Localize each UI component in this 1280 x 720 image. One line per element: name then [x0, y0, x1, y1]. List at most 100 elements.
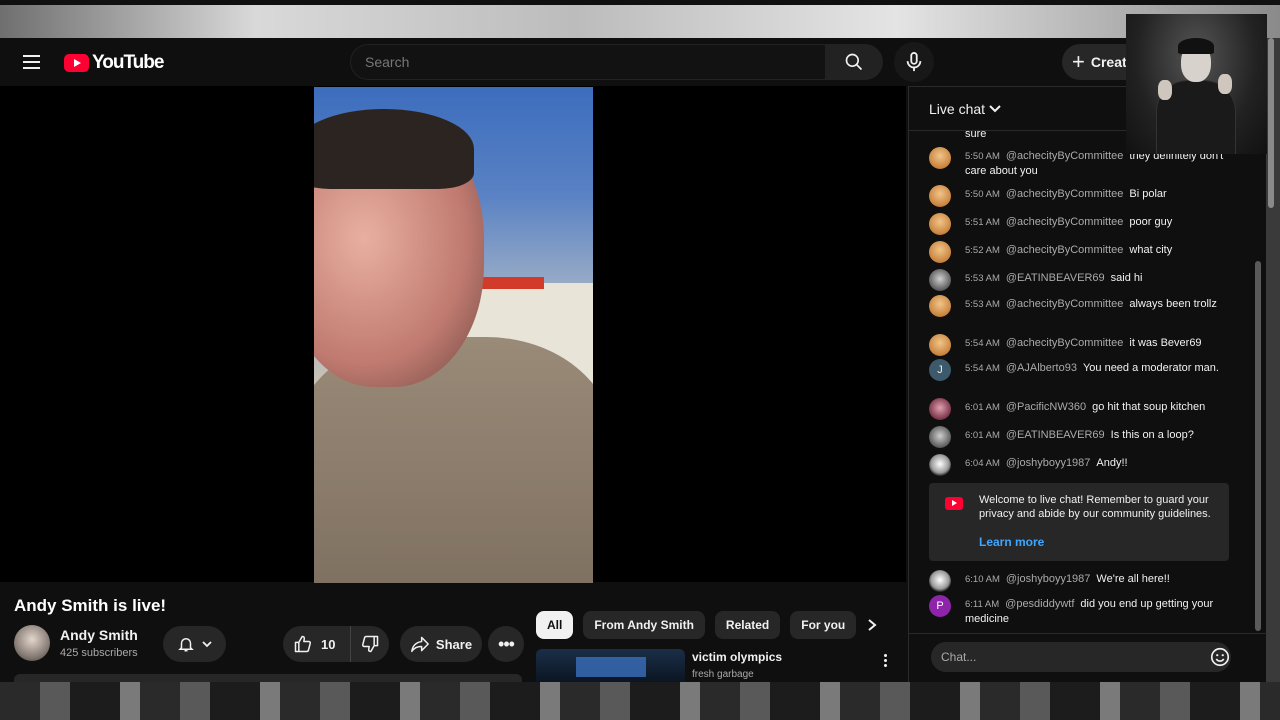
- chip-related[interactable]: Related: [714, 611, 781, 639]
- plus-icon: +: [1072, 49, 1085, 74]
- message-author[interactable]: @joshyboyy1987: [1006, 457, 1091, 469]
- video-player[interactable]: [0, 86, 906, 583]
- message-time: 5:54 AM: [965, 338, 1000, 349]
- youtube-logo[interactable]: YouTube: [64, 52, 164, 74]
- chip-from-channel[interactable]: From Andy Smith: [583, 611, 705, 639]
- like-count: 10: [321, 636, 336, 652]
- recommendation-channel[interactable]: fresh garbage: [692, 669, 754, 680]
- message-author[interactable]: @PacificNW360: [1006, 401, 1086, 413]
- page-scrollbar[interactable]: [1266, 38, 1276, 210]
- chat-scrollbar[interactable]: [1254, 131, 1262, 633]
- chat-header-label: Live chat: [929, 101, 986, 117]
- webcam-person-hair: [1178, 38, 1214, 54]
- message-text: what city: [1129, 244, 1173, 256]
- bell-icon: [177, 638, 194, 652]
- message-time: 6:11 AM: [965, 599, 1000, 610]
- message-author[interactable]: @EATINBEAVER69: [1006, 272, 1105, 284]
- author-avatar[interactable]: [929, 241, 951, 263]
- message-time: 6:04 AM: [965, 458, 1000, 469]
- recommendation-title[interactable]: victim olympics: [692, 650, 782, 664]
- message-author[interactable]: @achecityByCommittee: [1006, 150, 1124, 162]
- webcam-person-hand-left: [1158, 80, 1172, 100]
- author-avatar[interactable]: [929, 213, 951, 235]
- chip-all[interactable]: All: [536, 611, 574, 639]
- message-time: 5:52 AM: [965, 245, 1000, 256]
- logo-text: YouTube: [92, 52, 164, 73]
- search-box: [350, 44, 825, 80]
- learn-more-link[interactable]: Learn more: [979, 535, 1044, 549]
- message-text: We're all here!!: [1096, 573, 1170, 585]
- message-text: did you end up getting your medicine: [965, 598, 1214, 625]
- video-frame[interactable]: [314, 87, 593, 583]
- mic-icon: [906, 52, 922, 72]
- author-avatar[interactable]: [929, 398, 951, 420]
- notification-button[interactable]: [163, 626, 226, 662]
- recommendation-thumbnail[interactable]: [536, 649, 685, 682]
- author-avatar[interactable]: [929, 295, 951, 317]
- message-time: 5:50 AM: [965, 151, 1000, 162]
- author-avatar[interactable]: J: [929, 359, 951, 381]
- page-scrollbar-thumb[interactable]: [1268, 38, 1274, 208]
- message-text: it was Bever69: [1129, 337, 1202, 349]
- live-chat-panel: Live chat sure 5:50 AM @achecityByCommitt…: [908, 86, 1267, 682]
- message-text: go hit that soup kitchen: [1092, 401, 1206, 413]
- message-author[interactable]: @achecityByCommittee: [1006, 188, 1124, 200]
- search-icon: [845, 53, 863, 71]
- message-author[interactable]: @achecityByCommittee: [1006, 337, 1124, 349]
- voice-search-button[interactable]: [894, 42, 934, 82]
- video-person-hair: [314, 109, 474, 189]
- share-label: Share: [435, 636, 473, 652]
- author-avatar[interactable]: [929, 147, 951, 169]
- channel-avatar[interactable]: [14, 625, 50, 661]
- author-avatar[interactable]: [929, 269, 951, 291]
- author-avatar[interactable]: [929, 334, 951, 356]
- message-time: 5:51 AM: [965, 217, 1000, 228]
- description-box[interactable]: [14, 674, 522, 682]
- search-button[interactable]: [825, 44, 883, 80]
- welcome-text: Welcome to live chat! Remember to guard …: [979, 494, 1211, 520]
- author-avatar[interactable]: [929, 570, 951, 592]
- author-avatar[interactable]: [929, 454, 951, 476]
- message-text: said hi: [1110, 272, 1143, 284]
- author-avatar[interactable]: [929, 185, 951, 207]
- message-text: Bi polar: [1129, 188, 1167, 200]
- chip-for-you[interactable]: For you: [790, 611, 857, 639]
- emoji-icon[interactable]: [1209, 646, 1231, 668]
- chat-message-list[interactable]: sure 5:50 AM @achecityByCommittee they def…: [909, 131, 1254, 633]
- message-time: 6:01 AM: [965, 402, 1000, 413]
- thumbs-up-icon: [294, 635, 312, 653]
- search-input[interactable]: [351, 45, 825, 79]
- message-text: Is this on a loop?: [1110, 429, 1194, 441]
- message-author[interactable]: @achecityByCommittee: [1006, 244, 1124, 256]
- chips-next-button[interactable]: [858, 611, 886, 639]
- message-author[interactable]: @EATINBEAVER69: [1006, 429, 1105, 441]
- chat-input[interactable]: [931, 642, 1231, 672]
- message-time: 6:01 AM: [965, 430, 1000, 441]
- message-author[interactable]: @achecityByCommittee: [1006, 298, 1124, 310]
- video-title: Andy Smith is live!: [14, 596, 167, 615]
- author-avatar[interactable]: P: [929, 595, 951, 617]
- thumbs-down-icon: [361, 635, 379, 653]
- channel-name[interactable]: Andy Smith: [60, 627, 138, 643]
- message-time: 5:53 AM: [965, 273, 1000, 284]
- more-actions-button[interactable]: •••: [488, 626, 524, 662]
- like-button[interactable]: 10: [283, 626, 351, 662]
- video-roof: [474, 277, 544, 289]
- chat-scrollbar-thumb[interactable]: [1255, 261, 1261, 631]
- author-avatar[interactable]: [929, 426, 951, 448]
- recommendation-menu-icon[interactable]: [878, 650, 892, 670]
- menu-icon[interactable]: [20, 50, 44, 74]
- message-author[interactable]: @joshyboyy1987: [1006, 573, 1091, 585]
- message-author[interactable]: @AJAlberto93: [1006, 362, 1077, 374]
- chevron-down-icon: [201, 641, 212, 648]
- message-text: Andy!!: [1096, 457, 1128, 469]
- backdrop-top: [0, 0, 1280, 38]
- message-time: 6:10 AM: [965, 574, 1000, 585]
- message-author[interactable]: @pesdiddywtf: [1005, 598, 1074, 610]
- dislike-button[interactable]: [351, 626, 389, 662]
- recommendation-chips: All From Andy Smith Related For you: [536, 611, 857, 639]
- message-text: sure: [965, 131, 987, 140]
- message-author[interactable]: @achecityByCommittee: [1006, 216, 1124, 228]
- chat-mode-dropdown[interactable]: Live chat: [929, 101, 1001, 117]
- share-button[interactable]: Share: [400, 626, 482, 662]
